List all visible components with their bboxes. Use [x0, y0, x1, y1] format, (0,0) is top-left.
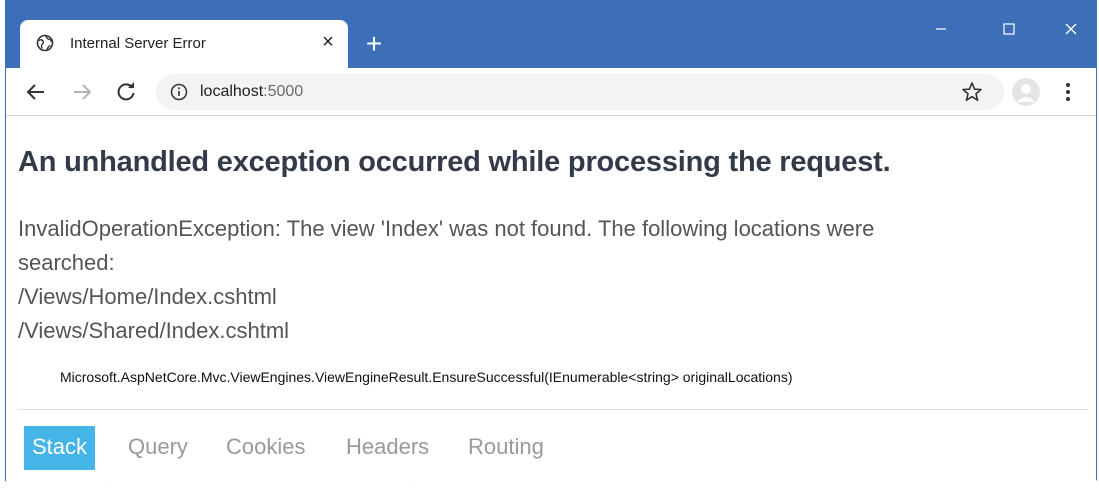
window-close-icon[interactable] — [1048, 14, 1094, 44]
star-icon[interactable] — [960, 80, 984, 104]
new-tab-button[interactable]: + — [360, 30, 388, 58]
forward-arrow-icon[interactable] — [70, 80, 94, 104]
browser-tab[interactable]: Internal Server Error × — [20, 20, 348, 68]
tab-close-button[interactable]: × — [316, 30, 340, 54]
info-icon[interactable] — [170, 83, 188, 101]
title-bar: Internal Server Error × + — [6, 0, 1096, 68]
url-host: localhost — [200, 83, 264, 100]
url-port: :5000 — [263, 83, 304, 100]
error-heading: An unhandled exception occurred while pr… — [18, 146, 891, 178]
url-text[interactable]: localhost:5000 — [200, 83, 303, 101]
browser-window: Internal Server Error × + localhost:5000… — [5, 0, 1097, 502]
message-line: /Views/Shared/Index.cshtml — [18, 318, 290, 343]
tab-title: Internal Server Error — [70, 35, 206, 52]
exception-message: InvalidOperationException: The view 'Ind… — [18, 212, 1018, 348]
reload-icon[interactable] — [114, 80, 138, 104]
profile-icon[interactable] — [1012, 78, 1040, 106]
stack-method: Microsoft.AspNetCore.Mvc.ViewEngines.Vie… — [60, 369, 793, 385]
kebab-menu-icon[interactable] — [1056, 80, 1080, 104]
back-arrow-icon[interactable] — [24, 80, 48, 104]
torn-paper-edge — [0, 476, 1099, 502]
globe-icon — [36, 34, 54, 52]
message-line: searched: — [18, 250, 115, 275]
minimize-icon[interactable] — [918, 14, 964, 44]
message-line: /Views/Home/Index.cshtml — [18, 284, 277, 309]
maximize-icon[interactable] — [986, 14, 1032, 44]
divider — [18, 409, 1088, 410]
page-content: An unhandled exception occurred while pr… — [6, 116, 1096, 502]
address-bar[interactable]: localhost:5000 — [156, 74, 1004, 110]
message-line: InvalidOperationException: The view 'Ind… — [18, 216, 875, 241]
browser-toolbar: localhost:5000 — [6, 68, 1096, 116]
